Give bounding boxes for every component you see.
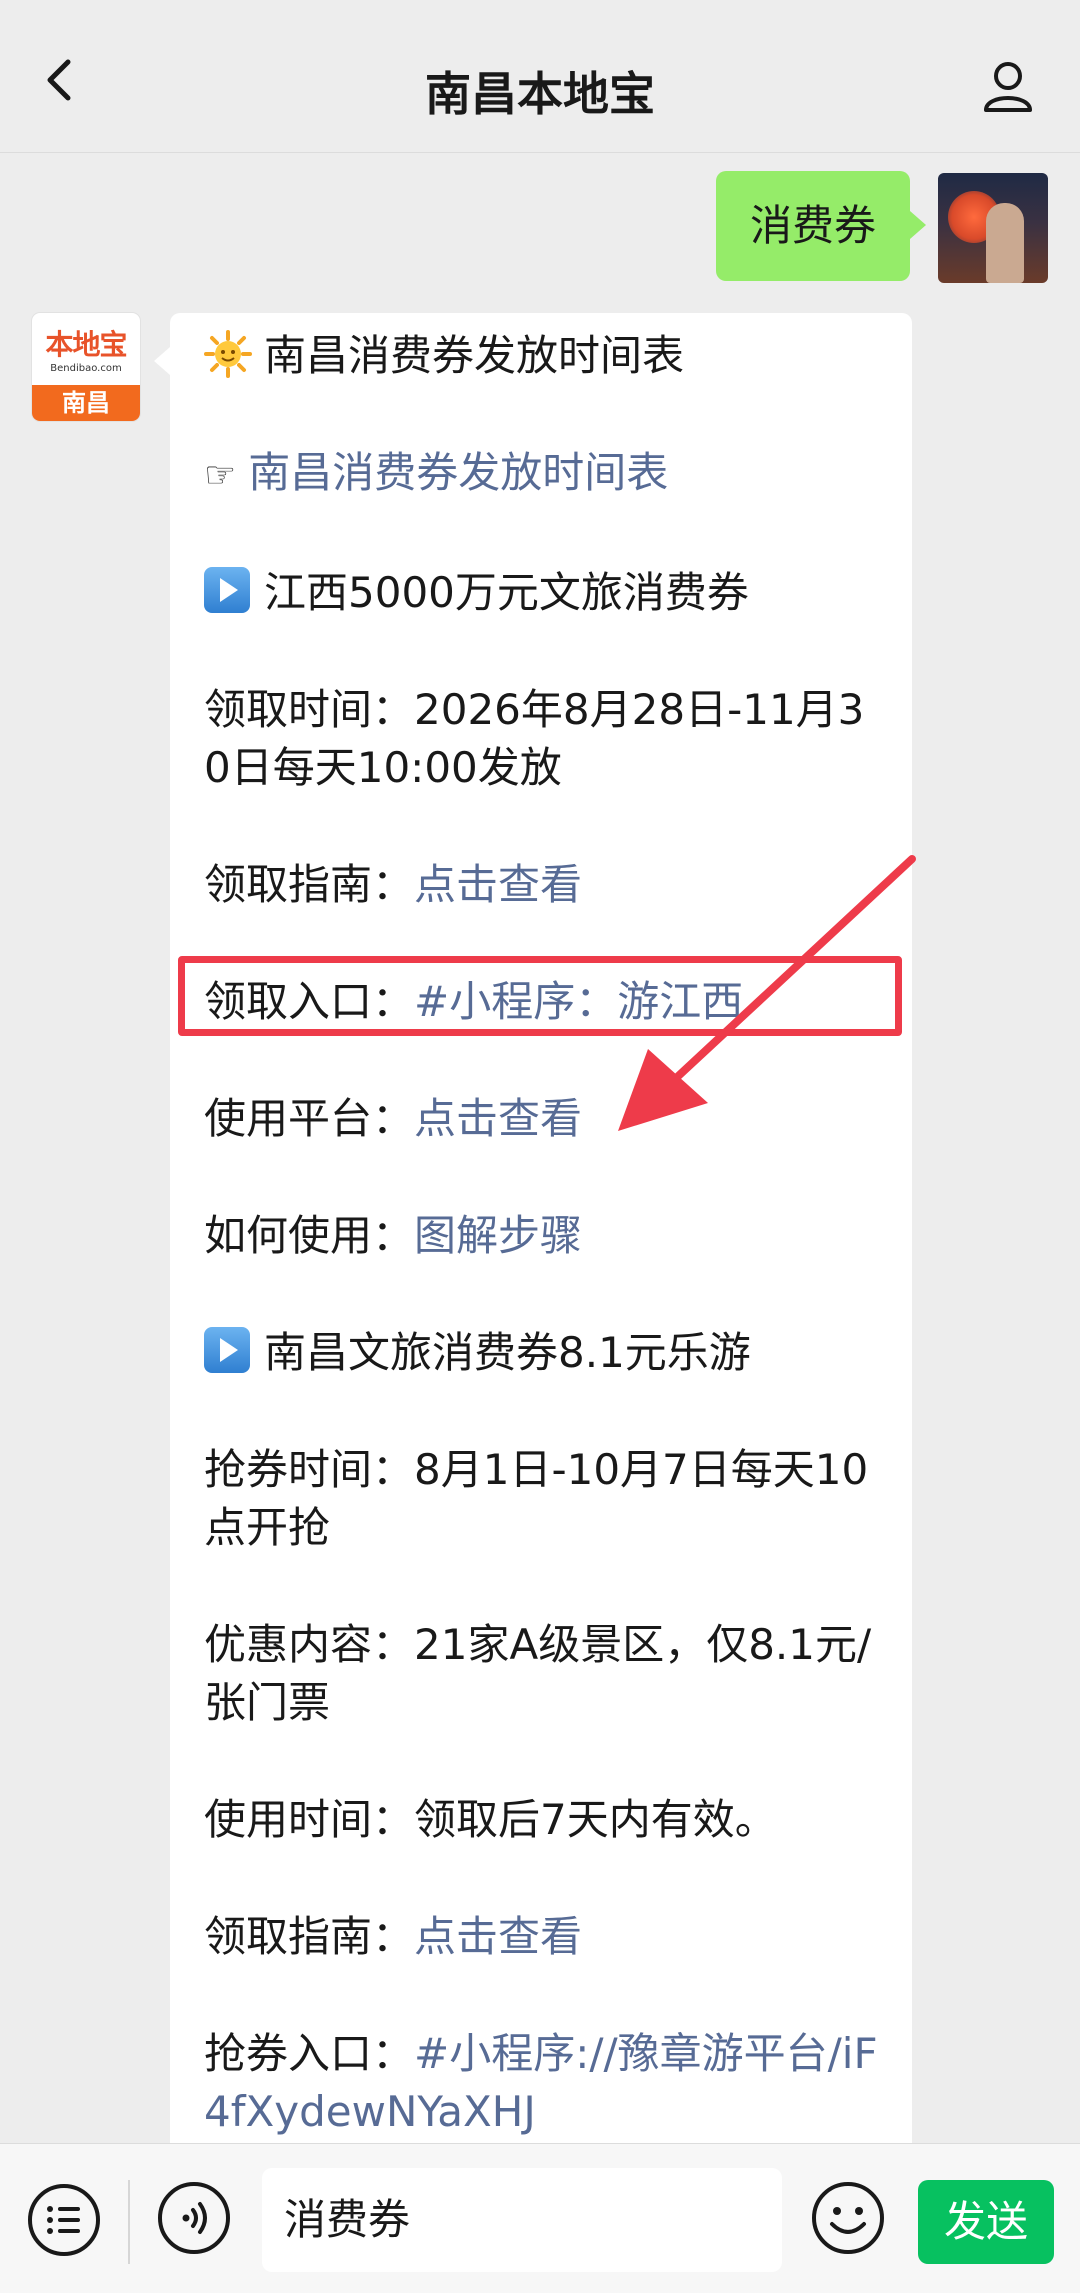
bot-message-bubble: 南昌消费券发放时间表 ☞ 南昌消费券发放时间表 江西5000万元文旅消费券 领取时… — [154, 313, 912, 2143]
s1-time-line: 领取时间：2026年8月28日-11月30日每天10:00发放 — [204, 681, 886, 797]
s2-guide-link[interactable]: 点击查看 — [414, 1912, 582, 1961]
s2-entry-label: 抢券入口： — [204, 2029, 415, 2078]
voice-icon[interactable] — [156, 2180, 232, 2256]
s1-guide-link[interactable]: 点击查看 — [414, 860, 582, 909]
official-account-avatar[interactable]: 本地宝 Bendibao.com 南昌 — [32, 313, 140, 421]
s2-entry-line: 抢券入口：#小程序://豫章游平台/iF4fXydewNYaXHJ — [204, 2025, 886, 2141]
s1-entry-label: 领取入口： — [204, 977, 415, 1026]
s2-time-line: 抢券时间：8月1日-10月7日每天10点开抢 — [204, 1441, 886, 1557]
section1-heading-line: 江西5000万元文旅消费券 — [204, 564, 886, 622]
section1-heading: 江西5000万元文旅消费券 — [264, 568, 749, 617]
avatar-city: 南昌 — [32, 385, 140, 421]
s2-offer-line: 优惠内容：21家A级景区，仅8.1元/张门票 — [204, 1616, 886, 1732]
s1-platform-label: 使用平台： — [204, 1094, 415, 1143]
send-button[interactable]: 发送 — [918, 2180, 1054, 2264]
section2-heading: 南昌文旅消费券8.1元乐游 — [264, 1328, 751, 1377]
s1-platform-link[interactable]: 点击查看 — [414, 1094, 582, 1143]
s1-time-label: 领取时间： — [204, 685, 415, 734]
s2-offer-label: 优惠内容： — [204, 1620, 415, 1669]
person-icon[interactable] — [980, 58, 1036, 114]
message-input[interactable]: 消费券 — [262, 2168, 782, 2272]
s2-time-label: 抢券时间： — [204, 1445, 415, 1494]
sun-emoji-icon — [204, 330, 252, 378]
s1-howto-label: 如何使用： — [204, 1211, 415, 1260]
s2-valid-line: 使用时间：领取后7天内有效。 — [204, 1791, 886, 1849]
s1-entry-line: 领取入口：#小程序：游江西 — [204, 973, 886, 1031]
link-title-line: ☞ 南昌消费券发放时间表 — [204, 444, 886, 505]
chat-title: 南昌本地宝 — [425, 67, 655, 121]
s2-guide-line: 领取指南：点击查看 — [204, 1908, 886, 1966]
s1-platform-line: 使用平台：点击查看 — [204, 1090, 886, 1148]
play-button-icon — [204, 1327, 250, 1373]
message-title-line: 南昌消费券发放时间表 — [204, 327, 886, 385]
chat-message-list[interactable]: 消费券 本地宝 Bendibao.com 南昌 南昌消费券发放时间表 ☞ 南昌消… — [0, 153, 1080, 2143]
section2-heading-line: 南昌文旅消费券8.1元乐游 — [204, 1324, 886, 1382]
message-input-bar: 消费券 发送 — [0, 2143, 1080, 2293]
schedule-link[interactable]: 南昌消费券发放时间表 — [248, 448, 668, 497]
top-nav-bar: 南昌本地宝 — [0, 0, 1080, 153]
s2-guide-label: 领取指南： — [204, 1912, 415, 1961]
s2-valid-label: 使用时间： — [204, 1795, 415, 1844]
emoji-icon[interactable] — [810, 2180, 886, 2256]
avatar-brand: 本地宝 — [45, 328, 127, 361]
s1-entry-link[interactable]: #小程序：游江西 — [414, 977, 743, 1026]
pointing-hand-icon: ☞ — [204, 455, 237, 496]
user-message-bubble[interactable]: 消费券 — [715, 171, 927, 281]
user-avatar[interactable] — [938, 173, 1048, 283]
avatar-site: Bendibao.com — [50, 363, 122, 374]
s1-howto-link[interactable]: 图解步骤 — [414, 1211, 582, 1260]
message-title: 南昌消费券发放时间表 — [264, 331, 685, 380]
s1-howto-line: 如何使用：图解步骤 — [204, 1207, 886, 1265]
avatar-figure-graphic — [986, 203, 1024, 283]
bar-divider — [128, 2180, 130, 2264]
play-button-icon — [204, 567, 250, 613]
s1-guide-label: 领取指南： — [204, 860, 415, 909]
s2-valid-value: 领取后7天内有效。 — [414, 1795, 777, 1844]
menu-list-icon[interactable] — [26, 2182, 102, 2258]
s1-guide-line: 领取指南：点击查看 — [204, 856, 886, 914]
